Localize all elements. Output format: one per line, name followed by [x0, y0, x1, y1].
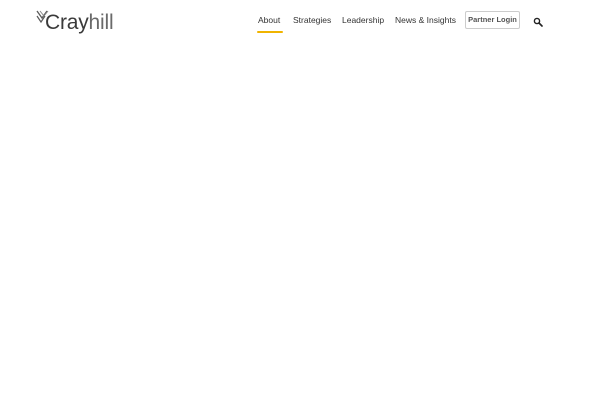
nav-item-leadership[interactable]: Leadership: [342, 14, 384, 26]
nav-item-about[interactable]: About: [258, 14, 280, 26]
partner-login-button[interactable]: Partner Login: [465, 11, 520, 29]
active-nav-indicator: [257, 31, 283, 33]
page-content-area: [0, 48, 600, 400]
nav-item-strategies[interactable]: Strategies: [293, 14, 331, 26]
nav-item-news-insights[interactable]: News & Insights: [395, 14, 456, 26]
site-header: Crayhill About Strategies Leadership New…: [0, 0, 600, 48]
search-icon[interactable]: [533, 17, 543, 27]
